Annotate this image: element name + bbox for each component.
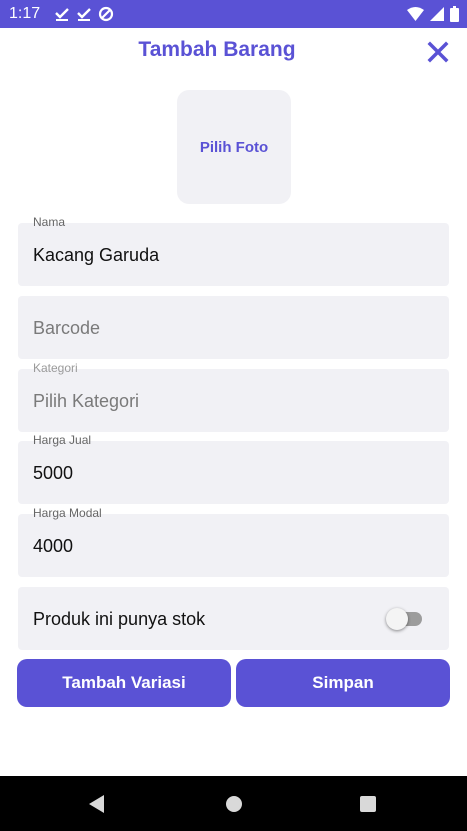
selling-price-field-value: 5000 [33,463,74,483]
stock-toggle-row: Produk ini punya stok [18,587,449,650]
cost-price-field-label: Harga Modal [33,506,102,520]
category-field-placeholder: Pilih Kategori [33,391,140,411]
stock-toggle-switch[interactable] [386,607,426,631]
selling-price-field[interactable]: Harga Jual 5000 [18,433,449,504]
check-icon [55,8,69,21]
page-title: Tambah Barang [138,38,296,61]
photo-picker-label: Pilih Foto [199,138,269,156]
barcode-field-placeholder: Barcode [33,318,101,338]
cost-price-field-value: 4000 [33,536,74,556]
header: Tambah Barang [0,28,467,76]
recents-icon[interactable] [357,793,379,815]
selling-price-field-label: Harga Jual [33,433,92,447]
status-bar: 1:17 [0,0,467,28]
close-icon[interactable] [426,40,450,64]
category-field-label: Kategori [33,361,78,375]
cost-price-field[interactable]: Harga Modal 4000 [18,506,449,577]
stock-toggle-label: Produk ini punya stok [33,609,206,629]
status-notifications [54,6,114,22]
add-variation-button[interactable]: Tambah Variasi [17,659,231,707]
check-icon [77,8,91,21]
photo-picker-button[interactable]: Pilih Foto [177,90,291,204]
name-field[interactable]: Nama Kacang Garuda [18,215,449,286]
switch-thumb [386,608,408,630]
data-saver-icon [98,6,114,22]
wifi-icon [407,7,424,21]
category-field[interactable]: Kategori Pilih Kategori [18,361,449,432]
home-icon[interactable] [223,793,245,815]
status-system-icons [407,6,459,22]
name-field-value: Kacang Garuda [33,245,160,265]
name-field-label: Nama [33,215,66,229]
signal-icon [430,7,444,21]
navigation-bar [0,776,467,831]
save-button[interactable]: Simpan [236,659,450,707]
barcode-field[interactable]: Barcode [18,296,449,359]
battery-icon [450,6,459,22]
status-time: 1:17 [9,5,41,22]
back-icon[interactable] [86,793,108,815]
